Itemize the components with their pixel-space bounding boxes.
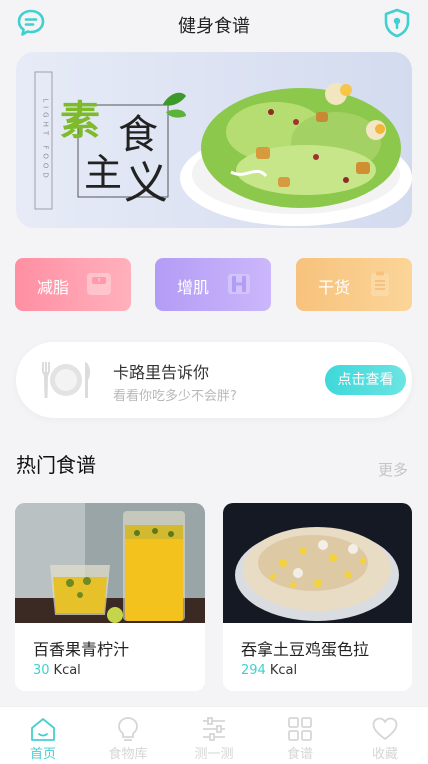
category-dry-goods-button[interactable]: 干货	[296, 258, 412, 311]
lightbulb-icon	[118, 717, 138, 741]
heart-icon	[372, 717, 398, 740]
kcal-value: 294	[241, 663, 266, 678]
tab-favorites[interactable]: 收藏	[342, 707, 428, 764]
banner-char-1: 素	[60, 97, 100, 144]
clipboard-icon	[371, 271, 389, 296]
recipe-name: 百香果青柠汁	[33, 640, 130, 659]
recipe-calories: 30 Kcal	[33, 663, 81, 678]
recipe-card[interactable]: 百香果青柠汁 30 Kcal	[15, 503, 205, 691]
sliders-icon	[203, 717, 225, 741]
category-label: 干货	[318, 278, 351, 297]
tab-label: 测一测	[194, 747, 234, 762]
tab-label: 收藏	[371, 747, 398, 762]
tab-test[interactable]: 测一测	[171, 707, 257, 764]
banner-vertical-text: LIGHT FOOD	[42, 98, 50, 182]
app-header: 健身食谱	[0, 0, 428, 48]
view-calories-button[interactable]: 点击查看	[325, 365, 406, 395]
dumbbell-icon	[228, 274, 250, 294]
recipe-name: 吞拿土豆鸡蛋色拉	[241, 640, 370, 659]
scale-icon	[87, 273, 111, 295]
calorie-card-subtitle: 看看你吃多少不会胖?	[113, 389, 237, 404]
kcal-value: 30	[33, 663, 50, 678]
page-title: 健身食谱	[178, 16, 250, 37]
tab-food-library[interactable]: 食物库	[85, 707, 171, 764]
plate-cutlery-icon	[42, 362, 91, 398]
tab-label: 食物库	[108, 747, 148, 762]
recipe-calories: 294 Kcal	[241, 663, 297, 678]
tab-label: 食谱	[286, 747, 313, 762]
grid-icon	[288, 717, 312, 741]
passion-fruit-juice-image	[15, 503, 205, 623]
calorie-card[interactable]: 卡路里告诉你 看看你吃多少不会胖? 点击查看	[16, 342, 412, 418]
banner-art: LIGHT FOOD 素 食 主 义	[34, 71, 412, 226]
tab-label: 首页	[29, 747, 56, 762]
more-link[interactable]: 更多	[378, 459, 408, 480]
shield-icon[interactable]	[383, 8, 411, 38]
hot-recipes-title: 热门食谱	[16, 453, 96, 477]
recipe-card[interactable]: 吞拿土豆鸡蛋色拉 294 Kcal	[223, 503, 412, 691]
kcal-unit: Kcal	[53, 663, 81, 678]
potato-egg-salad-image	[223, 503, 412, 623]
category-fat-loss-button[interactable]: 减脂	[15, 258, 131, 311]
banner-char-2: 食	[118, 112, 158, 158]
tab-recipes[interactable]: 食谱	[257, 707, 343, 764]
banner[interactable]: LIGHT FOOD 素 食 主 义	[16, 52, 412, 228]
banner-char-4: 义	[124, 158, 168, 209]
category-muscle-gain-button[interactable]: 增肌	[155, 258, 271, 311]
category-label: 增肌	[177, 278, 210, 297]
kcal-unit: Kcal	[269, 663, 298, 678]
category-label: 减脂	[37, 278, 70, 297]
calorie-card-title: 卡路里告诉你	[113, 363, 210, 382]
tab-home[interactable]: 首页	[0, 707, 86, 764]
banner-char-3: 主	[84, 151, 122, 195]
bottom-tab-bar: 首页 食物库 测一测 食谱 收藏	[0, 706, 428, 764]
home-icon	[31, 718, 55, 741]
